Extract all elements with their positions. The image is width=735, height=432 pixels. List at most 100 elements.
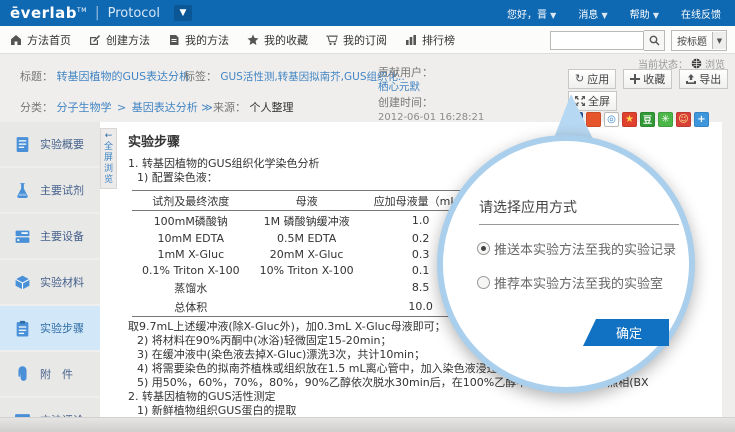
share-qzone-icon[interactable]: ★	[622, 112, 637, 127]
everlab-logo[interactable]: ēverlabTM	[10, 4, 87, 22]
materials-icon	[14, 274, 31, 291]
home-icon	[10, 34, 22, 46]
search-filter-select[interactable]: 按标题 ▼	[671, 30, 727, 51]
sidebar-item-attachment[interactable]: 附 件	[0, 352, 100, 396]
nav-method-home[interactable]: 方法首页	[10, 32, 71, 48]
app-root: ēverlabTM | Protocol ▼ 您好，晋 ▼ 消息 ▼ 帮助 ▼ …	[0, 0, 735, 432]
share-weibo-icon[interactable]	[586, 112, 601, 127]
product-switcher-caret[interactable]: ▼	[174, 5, 192, 21]
category-expand-icon[interactable]: ≫	[201, 101, 213, 114]
collect-button[interactable]: 收藏	[623, 69, 672, 89]
staining-solution-table: 试剂及最终浓度 母液 应加母液量（mL） 100mM磷酸钠1M 磷酸钠缓冲液1.…	[132, 190, 478, 317]
table-row: 1mM X-Gluc20mM X-Gluc0.3	[132, 246, 478, 262]
table-row: 100mM磷酸钠1M 磷酸钠缓冲液1.0	[132, 211, 478, 231]
table-row: 总体积10.0	[132, 297, 478, 317]
fullscreen-icon	[575, 96, 585, 106]
step-line: 5) 用50%，60%，70%，80%，90%乙醇依次脱水30min后，在100…	[128, 376, 722, 390]
nav-bar: 方法首页 创建方法 我的方法 我的收藏 我的订阅 排行榜 按标题 ▼	[0, 26, 735, 54]
equipment-icon	[14, 228, 31, 245]
tags-label: 标签：	[184, 70, 217, 83]
steps-icon	[14, 320, 31, 337]
option-label: 推送本实验方法至我的实验记录	[494, 239, 676, 258]
option-label: 推荐本实验方法至我的实验室	[494, 273, 663, 292]
sidebar-item-steps[interactable]: 实验步骤	[0, 306, 100, 350]
protocol-title-link[interactable]: 转基因植物的GUS表达分析	[57, 70, 191, 83]
chevron-down-icon: ▼	[602, 11, 608, 20]
reagents-icon	[14, 182, 31, 199]
source-label: 来源：	[213, 101, 246, 114]
sidebar-item-overview[interactable]: 实验概要	[0, 122, 100, 166]
created-block: 创建时间： 2012-06-01 16:28:21	[378, 96, 484, 125]
radio-button-icon[interactable]	[477, 242, 490, 255]
share-tencent-weibo-icon[interactable]: ◎	[604, 112, 619, 127]
sidebar: 实验概要 主要试剂 主要设备 实验材料 实验步骤 附 件 方法评论	[0, 122, 100, 418]
globe-icon	[691, 58, 702, 69]
step-line: 2. 转基因植物的GUS活性测定	[128, 390, 722, 404]
export-button[interactable]: 导出	[679, 69, 728, 89]
fullscreen-button[interactable]: 全屏	[568, 91, 617, 111]
share-douban-icon[interactable]: 豆	[640, 112, 655, 127]
title-row: 标题： 转基因植物的GUS表达分析	[20, 68, 190, 84]
arrow-left-icon: ←	[101, 131, 116, 142]
sidebar-item-equipment[interactable]: 主要设备	[0, 214, 100, 258]
radio-button-icon[interactable]	[477, 276, 490, 289]
create-method-icon	[89, 34, 101, 46]
contributor-block: 贡献用户： 栖心元默	[378, 66, 433, 94]
popup-title: 请选择应用方式	[479, 197, 577, 217]
search-input[interactable]	[550, 31, 644, 50]
category-parent-link[interactable]: 分子生物学	[57, 101, 112, 114]
help-menu[interactable]: 帮助 ▼	[630, 6, 659, 21]
share-icons-row: f ◎ ★ 豆 ✳ ☺ +	[568, 112, 709, 127]
source-row: 来源： 个人整理	[213, 99, 294, 115]
title-label: 标题：	[20, 70, 53, 83]
apply-button[interactable]: ↻应用	[568, 69, 616, 89]
share-kaixin-icon[interactable]: ✳	[658, 112, 673, 127]
source-value: 个人整理	[250, 101, 294, 114]
nav-create-method[interactable]: 创建方法	[89, 32, 150, 48]
ranking-icon	[405, 34, 417, 46]
confirm-button[interactable]: 确定	[583, 319, 669, 346]
category-separator: >	[117, 101, 126, 114]
contributor-link[interactable]: 栖心元默	[378, 81, 420, 93]
tags-row: 标签： GUS活性测,转基因拟南芥,GUS组织化..	[184, 68, 405, 84]
feedback-link[interactable]: 在线反馈	[681, 6, 721, 21]
step-line: 1) 新鲜植物组织GUS蛋白的提取	[128, 404, 722, 418]
fullscreen-toolbar: 全屏	[568, 91, 617, 111]
table-header: 试剂及最终浓度	[132, 191, 250, 211]
contributor-label: 贡献用户：	[378, 66, 433, 80]
overview-icon	[14, 136, 31, 153]
top-menu: 您好，晋 ▼ 消息 ▼ 帮助 ▼ 在线反馈	[507, 6, 721, 21]
share-more-icon[interactable]: +	[694, 112, 709, 127]
top-bar: ēverlabTM | Protocol ▼ 您好，晋 ▼ 消息 ▼ 帮助 ▼ …	[0, 0, 735, 26]
logo-divider: |	[95, 5, 100, 21]
apply-icon: ↻	[575, 74, 584, 84]
sidebar-item-reagents[interactable]: 主要试剂	[0, 168, 100, 212]
product-name: Protocol	[108, 6, 160, 21]
search-button[interactable]	[644, 30, 665, 51]
category-child-link[interactable]: 基因表达分析	[132, 101, 198, 114]
category-label: 分类：	[20, 101, 53, 114]
section-heading: 实验步骤	[128, 131, 722, 150]
account-menu[interactable]: 您好，晋 ▼	[507, 6, 556, 21]
action-toolbar: ↻应用 收藏 导出 打印	[568, 69, 735, 89]
bottom-strip	[0, 417, 735, 432]
search-bar: 按标题 ▼	[550, 30, 727, 51]
sidebar-item-materials[interactable]: 实验材料	[0, 260, 100, 304]
nav-my-subscriptions[interactable]: 我的订阅	[326, 32, 387, 48]
share-diandian-icon[interactable]: ☺	[676, 112, 691, 127]
collect-icon	[630, 74, 640, 84]
option-push-to-records[interactable]: 推送本实验方法至我的实验记录	[477, 239, 676, 258]
share-renren-icon[interactable]: f	[568, 112, 583, 127]
nav-my-methods[interactable]: 我的方法	[168, 32, 229, 48]
export-icon	[686, 74, 696, 84]
category-row: 分类： 分子生物学 > 基因表达分析 ≫	[20, 99, 213, 115]
fullscreen-browse-tab[interactable]: ← 全 屏 浏 览	[100, 128, 117, 189]
table-row: 蒸馏水8.5	[132, 278, 478, 297]
nav-my-favorites[interactable]: 我的收藏	[247, 32, 308, 48]
messages-menu[interactable]: 消息 ▼	[578, 6, 607, 21]
option-recommend-to-lab[interactable]: 推荐本实验方法至我的实验室	[477, 273, 663, 292]
table-row: 0.1% Triton X-10010% Triton X-1000.1	[132, 262, 478, 278]
nav-ranking[interactable]: 排行榜	[405, 32, 455, 48]
created-label: 创建时间：	[378, 96, 484, 110]
search-icon	[649, 35, 660, 46]
